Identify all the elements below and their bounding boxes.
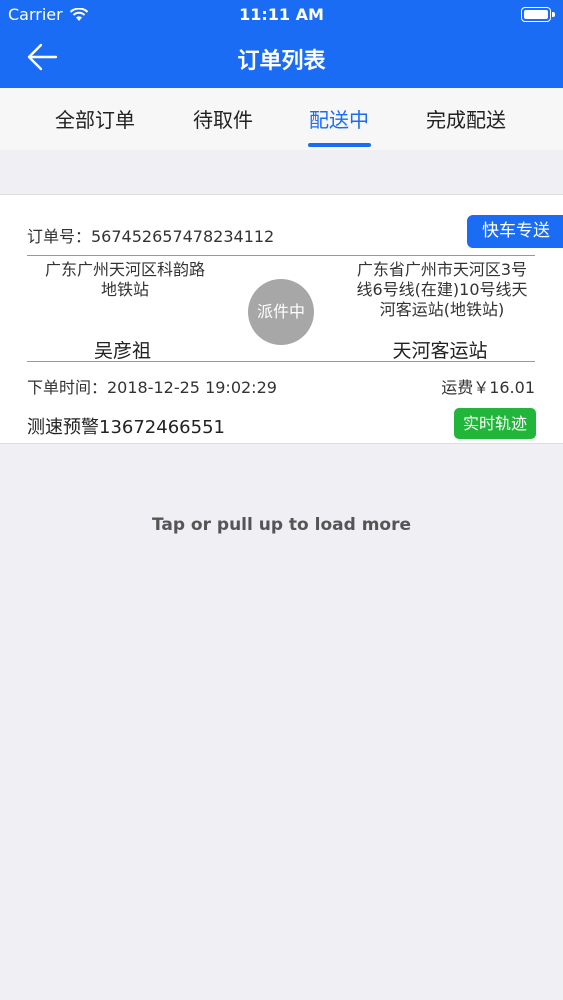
delivery-type-badge: 快车专送 bbox=[467, 215, 563, 248]
tab-pending-pickup[interactable]: 待取件 bbox=[163, 104, 283, 133]
from-address: 广东广州天河区科韵路地铁站 bbox=[44, 260, 205, 299]
sender-name: 吴彦祖 bbox=[93, 340, 151, 362]
delivery-fee: 运费￥16.01 bbox=[441, 378, 535, 397]
active-tab-indicator bbox=[308, 143, 371, 147]
tab-all-orders[interactable]: 全部订单 bbox=[35, 104, 155, 133]
order-tabs: 全部订单 待取件 配送中 完成配送 bbox=[0, 88, 563, 150]
tab-completed[interactable]: 完成配送 bbox=[406, 104, 526, 133]
battery-icon bbox=[521, 7, 555, 22]
divider bbox=[27, 361, 535, 362]
order-status-badge: 派件中 bbox=[248, 279, 314, 345]
realtime-track-button[interactable]: 实时轨迹 bbox=[454, 408, 536, 439]
order-card[interactable]: 订单号：567452657478234112 快车专送 广东广州天河区科韵路地铁… bbox=[0, 194, 563, 444]
order-time: 下单时间：2018-12-25 19:02:29 bbox=[27, 378, 277, 397]
page-title: 订单列表 bbox=[237, 49, 326, 74]
receiver-name: 天河客运站 bbox=[392, 340, 488, 362]
app-header: Carrier 11:11 AM 订单列表 bbox=[0, 0, 563, 88]
divider bbox=[27, 255, 535, 256]
order-number: 订单号：567452657478234112 bbox=[27, 227, 275, 246]
status-time: 11:11 AM bbox=[239, 5, 324, 24]
status-bar: Carrier 11:11 AM bbox=[0, 0, 563, 30]
to-address: 广东省广州市天河区3号线6号线(在建)10号线天河客运站(地铁站) bbox=[356, 260, 528, 319]
load-more-hint[interactable]: Tap or pull up to load more bbox=[0, 515, 563, 535]
speed-alert-phone: 测速预警13672466551 bbox=[27, 417, 225, 438]
tab-in-delivery[interactable]: 配送中 bbox=[279, 104, 399, 133]
